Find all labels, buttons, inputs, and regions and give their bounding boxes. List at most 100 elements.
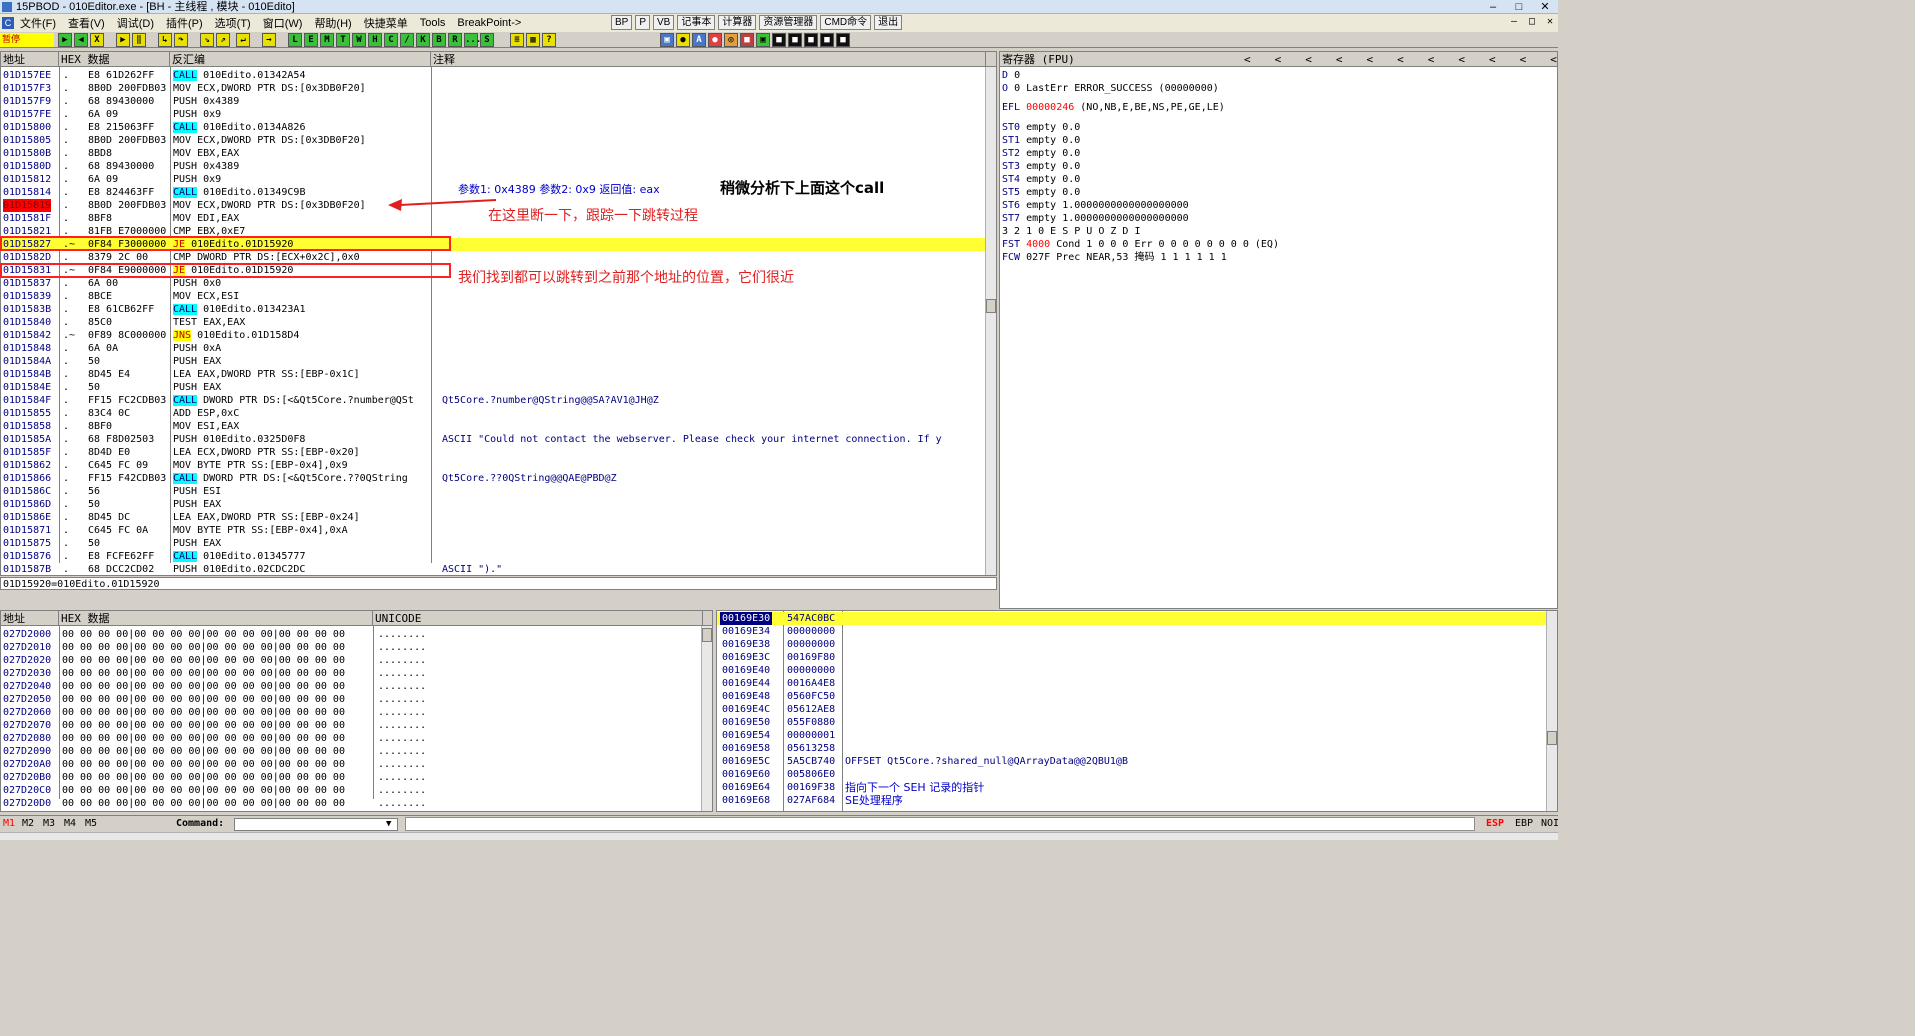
plugin-icon-5[interactable]: ◎ <box>724 33 738 47</box>
options-icon[interactable]: ≡ <box>510 33 524 47</box>
cpu-row[interactable]: 01D15871. C645 FC 0A MOV BYTE PTR SS:[EBP-… <box>1 524 996 537</box>
col-disasm-header[interactable]: 反汇编 <box>170 52 431 67</box>
cpu-row[interactable]: 01D15858. 8BF0 MOV ESI,EAX <box>1 420 996 433</box>
appearance-icon[interactable]: ▦ <box>526 33 540 47</box>
cpu-scroll-thumb[interactable] <box>986 299 996 313</box>
plugin-icon-3[interactable]: A <box>692 33 706 47</box>
cpu-scrollbar[interactable] <box>985 67 996 575</box>
stack-scroll-thumb[interactable] <box>1547 731 1557 745</box>
help-button[interactable]: ? <box>542 33 556 47</box>
references-button[interactable]: R <box>448 33 462 47</box>
register-line[interactable]: FST 4000 Cond 1 0 0 0 Err 0 0 0 0 0 0 0 … <box>1002 238 1279 251</box>
col-comment-header[interactable]: 注释 <box>431 52 986 67</box>
register-line[interactable]: ST5 empty 0.0 <box>1002 186 1080 199</box>
register-line[interactable]: ST6 empty 1.0000000000000000000 <box>1002 199 1189 212</box>
stack-row[interactable]: 00169E5C 5A5CB740 OFFSET Qt5Core.?shared_n… <box>717 755 1557 768</box>
minimize-icon[interactable]: – <box>1480 0 1506 14</box>
register-line[interactable]: D 0 <box>1002 69 1020 82</box>
stack-row[interactable]: 00169E50 055F0880 <box>717 716 1557 729</box>
dump-addr-header[interactable]: 地址 <box>1 611 59 626</box>
stack-row[interactable]: 00169E30 547AC0BC <box>717 612 1557 625</box>
cpu-row[interactable]: 01D1584A. 50 PUSH EAX <box>1 355 996 368</box>
mdi-minimize-icon[interactable]: – <box>1506 15 1522 29</box>
stack-row[interactable]: 00169E34 00000000 <box>717 625 1557 638</box>
cpu-row[interactable]: 01D15848. 6A 0A PUSH 0xA <box>1 342 996 355</box>
registers-title[interactable]: 寄存器 (FPU) <box>1000 52 1120 67</box>
vb-button[interactable]: VB <box>653 15 675 30</box>
stack-row[interactable]: 00169E3C 00169F80 <box>717 651 1557 664</box>
stack-row[interactable]: 00169E38 00000000 <box>717 638 1557 651</box>
dump-row[interactable]: 027D2000 00 00 00 00|00 00 00 00|00 00 00… <box>1 628 712 641</box>
register-line[interactable]: ST7 empty 1.0000000000000000000 <box>1002 212 1189 225</box>
memory-tab-m2[interactable]: M2 <box>22 816 34 832</box>
memory-tab-m5[interactable]: M5 <box>85 816 97 832</box>
dump-row[interactable]: 027D2030 00 00 00 00|00 00 00 00|00 00 00… <box>1 667 712 680</box>
mdi-restore-icon[interactable]: □ <box>1524 15 1540 29</box>
cpu-row[interactable]: 01D1580D. 68 89430000 PUSH 0x4389 <box>1 160 996 173</box>
stack-row[interactable]: 00169E64 00169F38 指向下一个 SEH 记录的指针 <box>717 781 1557 794</box>
source-button[interactable]: S <box>480 33 494 47</box>
dump-row[interactable]: 027D2050 00 00 00 00|00 00 00 00|00 00 00… <box>1 693 712 706</box>
stack-scrollbar[interactable] <box>1546 611 1557 811</box>
register-line[interactable]: ST4 empty 0.0 <box>1002 173 1080 186</box>
cpu-row[interactable]: 01D15875. 50 PUSH EAX <box>1 537 996 550</box>
menu-help[interactable]: 帮助(H) <box>308 15 357 31</box>
stack-row[interactable]: 00169E54 00000001 <box>717 729 1557 742</box>
close-process-button[interactable]: X <box>90 33 104 47</box>
dump-row[interactable]: 027D2070 00 00 00 00|00 00 00 00|00 00 00… <box>1 719 712 732</box>
stack-row[interactable]: 00169E68 027AF684 SE处理程序 <box>717 794 1557 807</box>
register-line[interactable]: ST1 empty 0.0 <box>1002 134 1080 147</box>
plugin-icon-6[interactable]: ■ <box>740 33 754 47</box>
log-window-button[interactable]: L <box>288 33 302 47</box>
dump-row[interactable]: 027D2020 00 00 00 00|00 00 00 00|00 00 00… <box>1 654 712 667</box>
menu-file[interactable]: 文件(F) <box>14 15 62 31</box>
register-view-switch-icons[interactable]: <<<<<<<<<<<< <box>1244 52 1557 67</box>
exit-button[interactable]: 退出 <box>874 15 903 30</box>
cpu-row[interactable]: 01D1585A. 68 F8D02503 PUSH 010Edito.0325D0… <box>1 433 996 446</box>
cpu-row[interactable]: 01D157F9. 68 89430000 PUSH 0x4389 <box>1 95 996 108</box>
command-input[interactable] <box>234 818 398 831</box>
cpu-row[interactable]: 01D157EE. E8 61D262FF CALL 010Edito.01342A… <box>1 69 996 82</box>
cpu-row[interactable]: 01D1584E. 50 PUSH EAX <box>1 381 996 394</box>
calculator-button[interactable]: 计算器 <box>718 15 757 30</box>
breakpoints-button[interactable]: B <box>432 33 446 47</box>
menu-options[interactable]: 选项(T) <box>209 15 257 31</box>
menu-quick[interactable]: 快捷菜单 <box>358 15 414 31</box>
cpu-row[interactable]: 01D157F3. 8B0D 200FDB03 MOV ECX,DWORD PTR … <box>1 82 996 95</box>
execute-till-return-icon[interactable]: ↵ <box>236 33 250 47</box>
register-line[interactable]: ST3 empty 0.0 <box>1002 160 1080 173</box>
memory-tab-m1[interactable]: M1 <box>3 816 15 832</box>
plugin-icon-1[interactable]: ▣ <box>660 33 674 47</box>
plugin-icon-2[interactable]: ● <box>676 33 690 47</box>
memory-map-button[interactable]: M <box>320 33 334 47</box>
menu-tools[interactable]: Tools <box>414 17 452 29</box>
cpu-row[interactable]: 01D1584F. FF15 FC2CDB03 CALL DWORD PTR DS:… <box>1 394 996 407</box>
stack-row[interactable]: 00169E4C 05612AE8 <box>717 703 1557 716</box>
cpu-row[interactable]: 01D15862. C645 FC 09 MOV BYTE PTR SS:[EBP-… <box>1 459 996 472</box>
handles-button[interactable]: H <box>368 33 382 47</box>
dump-row[interactable]: 027D2040 00 00 00 00|00 00 00 00|00 00 00… <box>1 680 712 693</box>
menu-debug[interactable]: 调试(D) <box>111 15 160 31</box>
memory-tab-m3[interactable]: M3 <box>43 816 55 832</box>
notepad-button[interactable]: 记事本 <box>677 15 716 30</box>
call-stack-button[interactable]: K <box>416 33 430 47</box>
dump-unicode-header[interactable]: UNICODE <box>373 611 703 626</box>
cpu-row[interactable]: 01D15876. E8 FCFE62FF CALL 010Edito.013457… <box>1 550 996 563</box>
plugin-icon-11[interactable]: ■ <box>820 33 834 47</box>
register-line[interactable]: 3 2 1 0 E S P U O Z D I <box>1002 225 1140 238</box>
plugin-icon-8[interactable]: ■ <box>772 33 786 47</box>
cpu-row[interactable]: 01D1580B. 8BD8 MOV EBX,EAX <box>1 147 996 160</box>
run-trace-button[interactable]: ... <box>464 33 481 47</box>
cpu-row[interactable]: 01D157FE. 6A 09 PUSH 0x9 <box>1 108 996 121</box>
executables-button[interactable]: E <box>304 33 318 47</box>
cpu-row[interactable]: 01D1586C. 56 PUSH ESI <box>1 485 996 498</box>
stack-row[interactable]: 00169E48 0560FC50 <box>717 690 1557 703</box>
trace-over-icon[interactable]: ⇗ <box>216 33 230 47</box>
dump-scrollbar[interactable] <box>701 626 712 811</box>
register-line[interactable]: ST0 empty 0.0 <box>1002 121 1080 134</box>
menu-breakpoint[interactable]: BreakPoint-> <box>451 17 527 29</box>
dump-row[interactable]: 027D20C0 00 00 00 00|00 00 00 00|00 00 00… <box>1 784 712 797</box>
dump-scroll-thumb[interactable] <box>702 628 712 642</box>
col-addr-header[interactable]: 地址 <box>1 52 59 67</box>
stack-row[interactable]: 00169E40 00000000 <box>717 664 1557 677</box>
